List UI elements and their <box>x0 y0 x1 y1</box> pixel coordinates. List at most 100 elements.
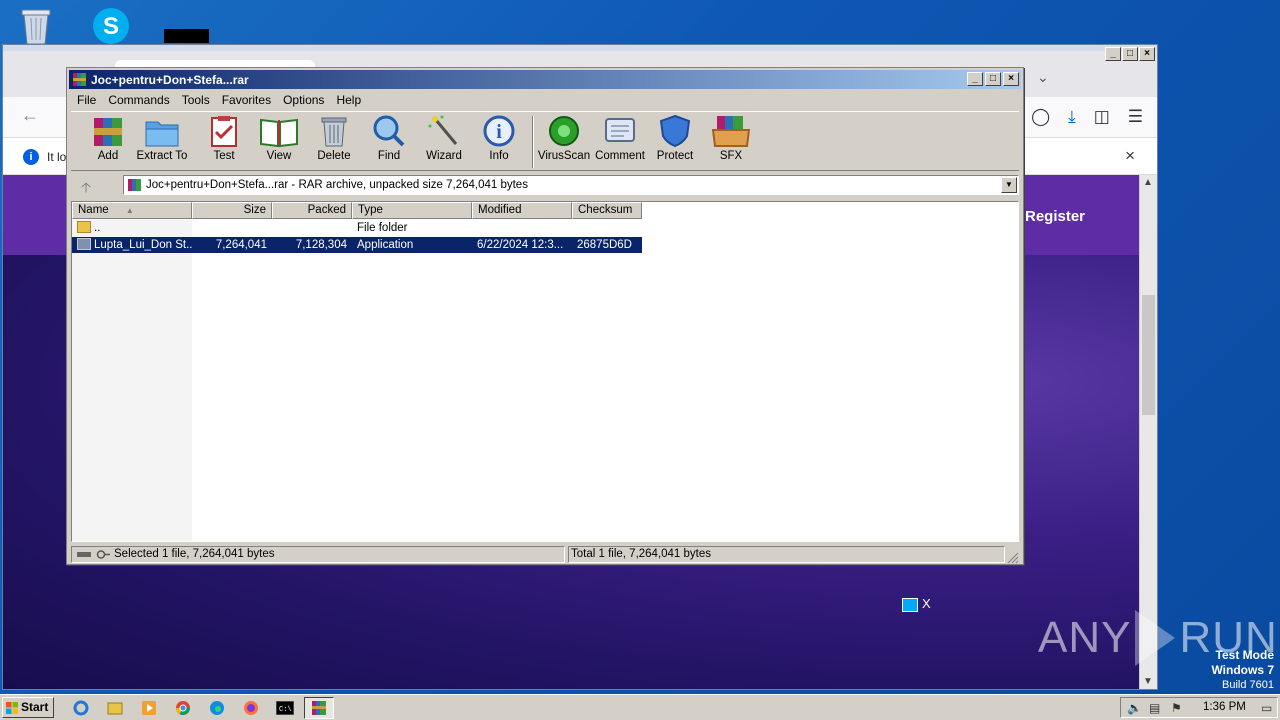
cmd-icon[interactable]: C:\ <box>270 697 300 719</box>
action-center-flag-icon[interactable]: ⚑ <box>1171 701 1182 715</box>
address-text: Joc+pentru+Don+Stefa...rar - RAR archive… <box>146 179 528 191</box>
archive-icon <box>128 179 141 191</box>
firefox-icon[interactable] <box>236 697 266 719</box>
magnifier-icon <box>373 115 405 147</box>
menu-file[interactable]: File <box>71 91 102 109</box>
wizard-button[interactable]: Wizard <box>415 114 473 162</box>
column-packed[interactable]: Packed <box>272 202 352 219</box>
trash-icon <box>321 117 347 147</box>
file-list-header: Name ▲ Size Packed Type Modified Checksu… <box>72 202 642 219</box>
status-bar: Selected 1 file, 7,264,041 bytes Total 1… <box>71 546 1019 564</box>
back-arrow-icon[interactable]: ← <box>21 105 39 126</box>
file-list[interactable]: Name ▲ Size Packed Type Modified Checksu… <box>71 201 1019 542</box>
ie-icon[interactable] <box>66 697 96 719</box>
winrar-task-icon[interactable] <box>304 697 334 719</box>
clock[interactable]: 1:36 PM <box>1203 701 1246 713</box>
close-icon[interactable]: × <box>1125 146 1135 166</box>
test-label: Test <box>213 150 235 162</box>
test-button[interactable]: Test <box>195 114 253 162</box>
info-button[interactable]: i Info <box>470 114 528 162</box>
scroll-thumb[interactable] <box>1142 295 1155 415</box>
winrar-close-button[interactable]: × <box>1003 72 1019 86</box>
winrar-minimize-button[interactable]: _ <box>967 72 983 86</box>
wand-icon <box>428 115 458 145</box>
sfx-button[interactable]: SFX <box>702 114 760 162</box>
view-label: View <box>266 150 292 162</box>
sfx-label: SFX <box>719 150 743 162</box>
add-button[interactable]: Add <box>79 114 137 162</box>
menu-favorites[interactable]: Favorites <box>216 91 277 109</box>
shield-icon[interactable]: ◯ <box>1031 107 1050 127</box>
ad-close-icon[interactable]: X <box>922 596 931 611</box>
status-right: Total 1 file, 7,264,041 bytes <box>568 546 1005 563</box>
play-triangle-icon <box>1135 610 1176 666</box>
column-modified[interactable]: Modified <box>472 202 572 219</box>
info-label: Info <box>489 150 509 162</box>
find-button[interactable]: Find <box>360 114 418 162</box>
winrar-menubar: File Commands Tools Favorites Options He… <box>71 91 367 109</box>
address-dropdown-icon[interactable]: ▼ <box>1001 177 1017 193</box>
sort-arrow-icon: ▲ <box>125 206 134 215</box>
address-bar-row: 🡡 Joc+pentru+Don+Stefa...rar - RAR archi… <box>71 174 1019 196</box>
winrar-window: Joc+pentru+Don+Stefa...rar _ □ × File Co… <box>66 67 1024 565</box>
drive-key-icons <box>77 550 110 559</box>
chrome-icon[interactable] <box>168 697 198 719</box>
explorer-icon[interactable] <box>100 697 130 719</box>
column-type[interactable]: Type <box>352 202 472 219</box>
scroll-up-icon[interactable]: ▲ <box>1143 177 1153 188</box>
skype-icon[interactable]: S <box>88 6 134 46</box>
download-icon[interactable]: ⤓ <box>1068 107 1076 127</box>
maximize-button[interactable]: □ <box>1122 47 1138 61</box>
delete-button[interactable]: Delete <box>305 114 363 162</box>
menu-help[interactable]: Help <box>330 91 367 109</box>
column-checksum[interactable]: Checksum <box>572 202 642 219</box>
start-label: Start <box>21 700 49 714</box>
speaker-icon[interactable]: 🔈 <box>1127 701 1142 715</box>
hamburger-menu-icon[interactable]: ☰ <box>1128 107 1143 127</box>
menu-options[interactable]: Options <box>277 91 330 109</box>
address-bar[interactable]: Joc+pentru+Don+Stefa...rar - RAR archive… <box>123 175 1019 195</box>
windows-flag-icon <box>6 702 18 714</box>
recycle-bin-icon[interactable] <box>16 6 56 46</box>
protect-button[interactable]: Protect <box>646 114 704 162</box>
minimize-button[interactable]: _ <box>1105 47 1121 61</box>
row-name-text: .. <box>94 222 101 234</box>
add-icon <box>94 118 122 146</box>
media-player-icon[interactable] <box>134 697 164 719</box>
resize-grip-icon[interactable] <box>1007 552 1019 564</box>
column-name[interactable]: Name ▲ <box>72 202 192 219</box>
view-button[interactable]: View <box>250 114 308 162</box>
register-link[interactable]: Register <box>1025 208 1085 225</box>
menu-commands[interactable]: Commands <box>102 91 175 109</box>
menu-tools[interactable]: Tools <box>176 91 216 109</box>
application-icon <box>77 238 91 250</box>
show-desktop-icon[interactable]: ▭ <box>1261 701 1272 715</box>
winrar-toolbar: Add Extract To Test View Delete Find Wiz… <box>71 111 1019 171</box>
winrar-titlebar[interactable]: Joc+pentru+Don+Stefa...rar _ □ × <box>69 70 1021 89</box>
tab-list-chevron-icon[interactable]: ⌄ <box>1037 69 1049 86</box>
network-icon[interactable]: ▤ <box>1149 701 1160 715</box>
os-text: Windows 7 <box>1211 663 1274 677</box>
delete-label: Delete <box>317 150 351 162</box>
row-modified: 6/22/2024 12:3... <box>477 239 564 251</box>
column-size[interactable]: Size <box>192 202 272 219</box>
start-button[interactable]: Start <box>2 697 54 718</box>
extensions-icon[interactable]: ◫ <box>1094 107 1110 127</box>
build-text: Build 7601 <box>1222 679 1274 691</box>
status-left: Selected 1 file, 7,264,041 bytes <box>71 546 565 563</box>
folder-icon <box>77 221 91 233</box>
table-row-selected[interactable]: Lupta_Lui_Don St... 7,264,041 7,128,304 … <box>72 237 642 253</box>
winrar-maximize-button[interactable]: □ <box>985 72 1001 86</box>
close-button[interactable]: × <box>1139 47 1155 61</box>
extract-to-button[interactable]: Extract To <box>133 114 191 162</box>
table-row[interactable]: .. File folder <box>72 220 642 236</box>
row-name-text: Lupta_Lui_Don St... <box>94 239 192 251</box>
protect-label: Protect <box>656 150 694 162</box>
comment-button[interactable]: Comment <box>591 114 649 162</box>
svg-text:C:\: C:\ <box>279 706 292 714</box>
ad-choices-icon[interactable] <box>902 598 918 612</box>
virusscan-button[interactable]: VirusScan <box>535 114 593 162</box>
scroll-down-icon[interactable]: ▼ <box>1143 676 1153 687</box>
up-arrow-icon[interactable]: 🡡 <box>81 177 91 201</box>
edge-icon[interactable] <box>202 697 232 719</box>
